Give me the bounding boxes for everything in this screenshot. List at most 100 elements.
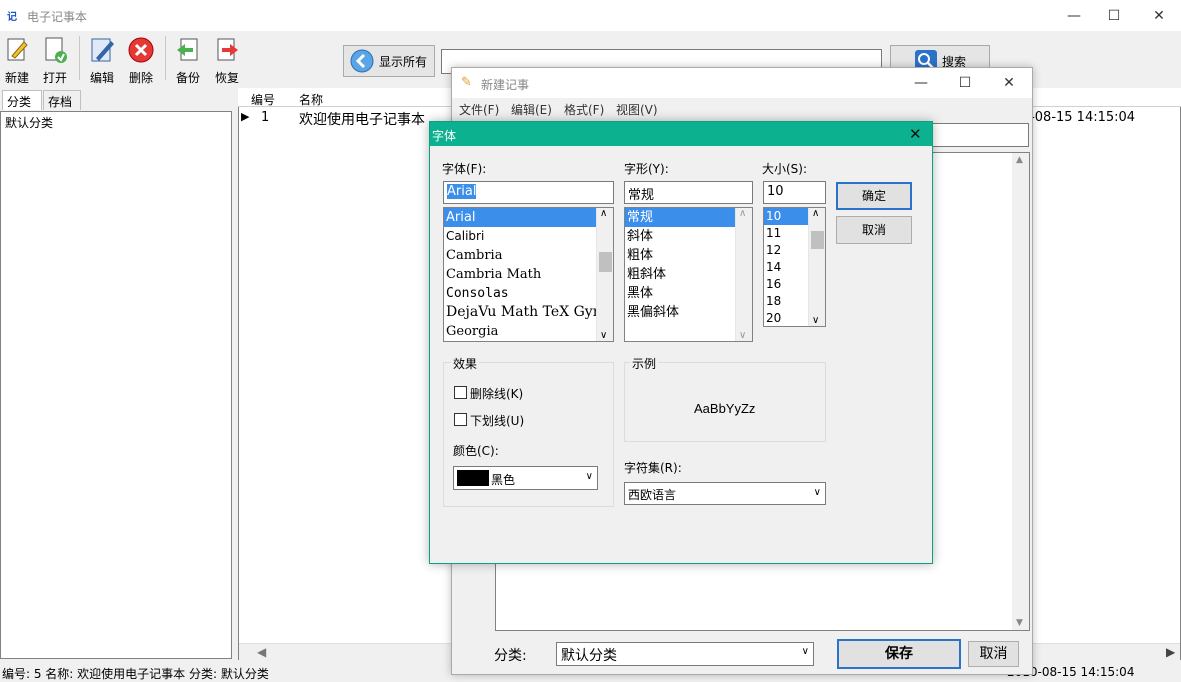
font-size-list[interactable]: 10 11 12 14 16 18 20 ∧ ∨	[763, 207, 826, 327]
show-all-label: 显示所有	[379, 54, 428, 69]
restore-button[interactable]: 恢复	[210, 34, 244, 85]
edit-icon	[91, 38, 114, 62]
content-vertical-scrollbar[interactable]: ▲ ▼	[1012, 153, 1029, 630]
maximize-button[interactable]: ☐	[1091, 0, 1137, 31]
scroll-thumb[interactable]	[599, 252, 612, 272]
font-family-list[interactable]: Arial Calibri Cambria Cambria Math Conso…	[443, 207, 614, 342]
new-button[interactable]: 新建	[0, 34, 34, 85]
ok-button[interactable]: 确定	[836, 182, 912, 210]
main-title: 电子记事本	[27, 10, 88, 24]
font-size-label: 大小(S):	[762, 162, 808, 176]
list-item[interactable]: 14	[764, 259, 808, 276]
backup-button[interactable]: 备份	[171, 34, 205, 85]
new-icon	[7, 38, 28, 61]
scroll-right-icon: ▶	[1166, 645, 1176, 659]
menu-file[interactable]: 文件(F)	[459, 101, 499, 118]
menu-edit[interactable]: 编辑(E)	[511, 101, 552, 118]
list-item[interactable]: 20	[764, 310, 808, 326]
dialog-cancel-button[interactable]: 取消	[836, 216, 912, 244]
font-family-label: 字体(F):	[442, 162, 487, 176]
category-label: 分类:	[494, 648, 527, 664]
column-header-id[interactable]: 编号	[251, 91, 275, 108]
note-title: 新建记事	[481, 78, 530, 92]
list-item[interactable]: 12	[764, 242, 808, 259]
style-list-scrollbar[interactable]: ∧ ∨	[735, 208, 752, 341]
list-item[interactable]: 斜体	[625, 227, 735, 246]
toolbar-separator	[165, 36, 166, 80]
font-dialog: 字体 ✕ 字体(F): Arial Arial Calibri Cambria …	[429, 121, 933, 564]
column-header-name[interactable]: 名称	[299, 91, 323, 108]
chevron-up-icon: ∧	[812, 208, 820, 219]
color-select[interactable]: 黑色 ∨	[453, 466, 598, 490]
font-size-input[interactable]: 10	[763, 181, 826, 204]
list-item[interactable]: Arial	[444, 208, 596, 227]
main-titlebar: 记 电子记事本 — ☐ ✕	[0, 0, 1181, 31]
list-item[interactable]: Cambria	[444, 246, 596, 265]
strikeout-label: 删除线(K)	[470, 387, 524, 401]
note-icon: ✎	[461, 75, 472, 90]
list-item[interactable]: 黑偏斜体	[625, 303, 735, 322]
list-item[interactable]: 18	[764, 293, 808, 310]
list-item[interactable]: 10	[764, 208, 808, 225]
chevron-down-icon: ∨	[813, 487, 821, 498]
menu-view[interactable]: 视图(V)	[616, 101, 658, 118]
close-button[interactable]: ✕	[1136, 0, 1181, 31]
category-select[interactable]: 默认分类 ∨	[556, 642, 814, 666]
row-name: 欢迎使用电子记事本	[299, 112, 425, 128]
charset-select-value: 西欧语言	[628, 488, 677, 502]
effects-label: 效果	[451, 355, 480, 372]
font-family-value: Arial	[447, 184, 477, 199]
restore-icon	[217, 38, 238, 61]
category-item[interactable]: 默认分类	[1, 112, 231, 133]
underline-checkbox[interactable]	[454, 413, 467, 426]
list-item[interactable]: Georgia	[444, 322, 596, 341]
edit-button[interactable]: 编辑	[85, 34, 119, 85]
list-item[interactable]: 粗斜体	[625, 265, 735, 284]
tab-archive[interactable]: 存档	[43, 90, 81, 110]
note-title-input[interactable]	[924, 123, 1029, 147]
list-item[interactable]: 16	[764, 276, 808, 293]
note-maximize-button[interactable]: ☐	[943, 68, 987, 98]
menu-format[interactable]: 格式(F)	[564, 101, 604, 118]
charset-select[interactable]: 西欧语言 ∨	[624, 482, 826, 505]
note-close-button[interactable]: ✕	[987, 68, 1031, 98]
font-dialog-title: 字体	[432, 129, 457, 143]
status-text: 编号: 5 名称: 欢迎使用电子记事本 分类: 默认分类	[2, 667, 269, 681]
note-titlebar: ✎ 新建记事 — ☐ ✕	[452, 68, 1032, 98]
delete-icon	[128, 37, 154, 63]
font-list-scrollbar[interactable]: ∧ ∨	[596, 208, 613, 341]
list-item[interactable]: 黑体	[625, 284, 735, 303]
chevron-down-icon: ∨	[600, 330, 608, 341]
font-style-list[interactable]: 常规 斜体 粗体 粗斜体 黑体 黑偏斜体 ∧ ∨	[624, 207, 753, 342]
list-item[interactable]: 常规	[625, 208, 735, 227]
show-all-button[interactable]: 显示所有	[343, 45, 435, 77]
note-minimize-button[interactable]: —	[899, 68, 943, 98]
font-dialog-titlebar: 字体 ✕	[430, 122, 932, 146]
scroll-down-icon: ▼	[1016, 618, 1023, 628]
list-item[interactable]: 粗体	[625, 246, 735, 265]
delete-button[interactable]: 删除	[124, 34, 158, 85]
open-icon	[45, 37, 67, 63]
scroll-thumb[interactable]	[811, 231, 824, 249]
list-item[interactable]: DejaVu Math TeX Gyre	[444, 303, 608, 322]
list-item[interactable]: 11	[764, 225, 808, 242]
list-item[interactable]: Cambria Math	[444, 265, 596, 284]
color-label: 颜色(C):	[453, 444, 499, 458]
dialog-close-icon[interactable]: ✕	[909, 125, 922, 143]
strikeout-checkbox[interactable]	[454, 386, 467, 399]
size-list-scrollbar[interactable]: ∧ ∨	[808, 208, 825, 326]
sample-label: 示例	[630, 355, 659, 372]
backup-icon	[177, 38, 198, 61]
open-button[interactable]: 打开	[38, 34, 72, 85]
font-family-input[interactable]: Arial	[443, 181, 614, 204]
save-button[interactable]: 保存	[837, 639, 961, 669]
charset-label: 字符集(R):	[624, 461, 682, 475]
color-swatch	[457, 470, 489, 486]
font-style-input[interactable]: 常规	[624, 181, 753, 204]
list-item[interactable]: Calibri	[444, 227, 596, 246]
note-cancel-button[interactable]: 取消	[968, 641, 1019, 667]
tab-category[interactable]: 分类	[2, 90, 42, 110]
list-item[interactable]: Consolas	[444, 284, 596, 303]
row-pointer-icon: ▶	[241, 110, 250, 123]
scroll-left-icon: ◀	[257, 645, 267, 659]
